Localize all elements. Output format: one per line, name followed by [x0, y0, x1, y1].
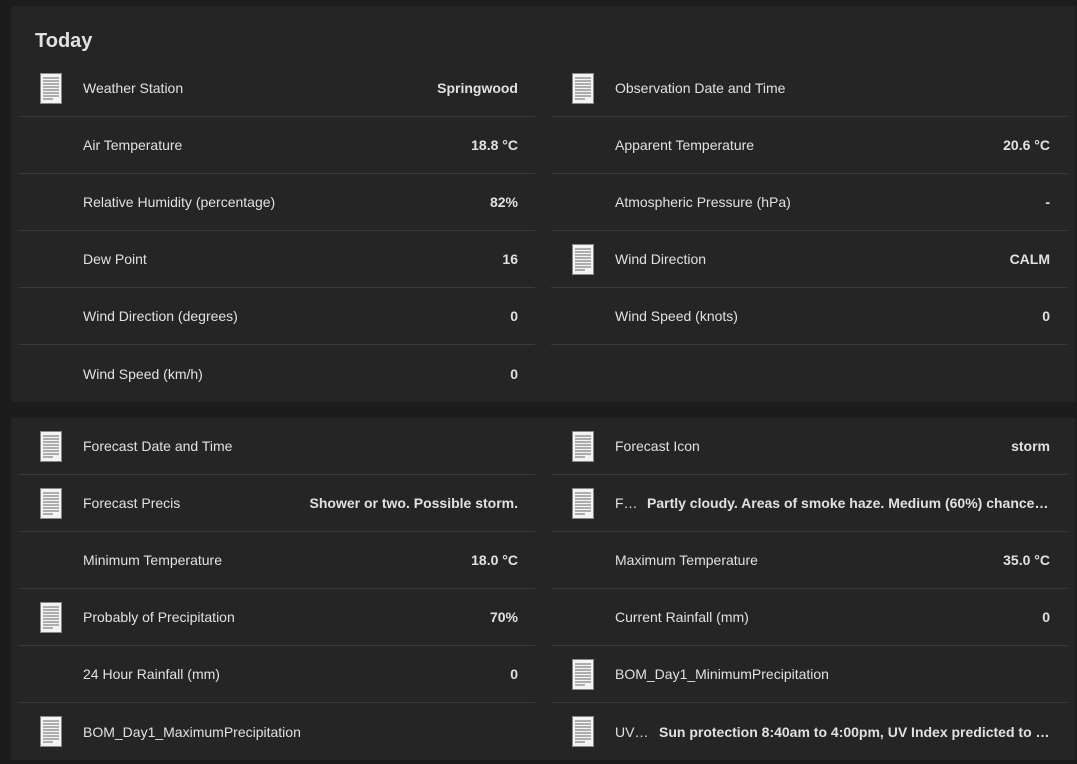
document-icon: [572, 487, 594, 519]
entity-label: Air Temperature: [83, 137, 183, 153]
entity-value: 18.0 °C: [471, 552, 518, 568]
entity-label: Dew Point: [83, 251, 147, 267]
entity-label: Probably of Precipitation: [83, 609, 235, 625]
entity-row-maximum-temperature[interactable]: Maximum Temperature 35.0 °C: [551, 532, 1067, 589]
entity-row-apparent-temperature[interactable]: Apparent Temperature 20.6 °C: [551, 117, 1067, 174]
entity-row-weather-station[interactable]: Weather Station Springwood: [19, 60, 535, 117]
entity-row-probability-precipitation[interactable]: Probably of Precipitation 70%: [19, 589, 535, 646]
entity-value: 20.6 °C: [1003, 137, 1050, 153]
entity-label: Forecast Icon: [615, 438, 700, 454]
entity-row-forecast-date-time[interactable]: Forecast Date and Time: [19, 418, 535, 475]
entity-value: Partly cloudy. Areas of smoke haze. Medi…: [647, 495, 1049, 511]
entity-row-wind-direction-degrees[interactable]: Wind Direction (degrees) 0: [19, 288, 535, 345]
document-icon: [572, 658, 594, 690]
entity-row-minimum-temperature[interactable]: Minimum Temperature 18.0 °C: [19, 532, 535, 589]
entity-row-air-temperature[interactable]: Air Temperature 18.8 °C: [19, 117, 535, 174]
entity-row-min-precipitation[interactable]: BOM_Day1_MinimumPrecipitation: [551, 646, 1067, 703]
entity-label: Minimum Temperature: [83, 552, 223, 568]
entity-label: Maximum Temperature: [615, 552, 758, 568]
entity-value: -: [1045, 194, 1050, 210]
entity-value: 0: [1042, 609, 1050, 625]
document-icon: [40, 601, 62, 633]
today-card: Today Weather Station Springwood Air Tem…: [11, 6, 1075, 402]
entity-value: Sun protection 8:40am to 4:00pm, UV Inde…: [659, 723, 1050, 740]
forecast-card: Forecast Date and Time Forecast Precis S…: [11, 418, 1075, 760]
entity-value: 0: [510, 365, 518, 382]
entity-value: 16: [502, 251, 518, 267]
document-icon: [40, 72, 62, 104]
document-icon: [572, 716, 594, 747]
entity-value: storm: [1011, 438, 1050, 454]
entity-value: 0: [510, 666, 518, 682]
card-title: Today: [35, 30, 93, 52]
entity-value: 70%: [489, 609, 518, 625]
entity-row-relative-humidity[interactable]: Relative Humidity (percentage) 82%: [19, 174, 535, 231]
entity-label: 24 Hour Rainfall (mm): [83, 666, 220, 682]
entity-row-wind-speed-knots[interactable]: Wind Speed (knots) 0: [551, 288, 1067, 345]
entity-value: 0: [510, 308, 518, 324]
entity-row-current-rainfall[interactable]: Current Rainfall (mm) 0: [551, 589, 1067, 646]
entity-value: 82%: [489, 194, 518, 210]
entity-label: Forecast Date and Time: [83, 438, 233, 454]
entity-row-wind-direction[interactable]: Wind Direction CALM: [551, 231, 1067, 288]
entity-label: Wind Speed (knots): [615, 308, 738, 324]
entity-label: Apparent Temperature: [615, 137, 755, 153]
entity-value: 0: [1042, 308, 1050, 324]
entity-row-forecast-icon[interactable]: Forecast Icon storm: [551, 418, 1067, 475]
entity-label: Relative Humidity (percentage): [83, 194, 276, 210]
entity-label: Observation Date and Time: [615, 80, 786, 96]
forecast-right-column: Forecast Icon storm F… Partly cloudy. Ar…: [551, 418, 1067, 760]
entity-value: Shower or two. Possible storm.: [309, 495, 518, 511]
entity-row-forecast-detail[interactable]: F… Partly cloudy. Areas of smoke haze. M…: [551, 475, 1067, 532]
entity-row-observation-date-time[interactable]: Observation Date and Time: [551, 60, 1067, 117]
entity-label: Weather Station: [83, 80, 184, 96]
entity-label: Current Rainfall (mm): [615, 609, 749, 625]
entity-value: Springwood: [437, 80, 518, 96]
entity-row-max-precipitation[interactable]: BOM_Day1_MaximumPrecipitation: [19, 703, 535, 760]
entity-value: CALM: [1009, 251, 1050, 267]
entity-row-24-hour-rainfall[interactable]: 24 Hour Rainfall (mm) 0: [19, 646, 535, 703]
entity-row-wind-speed-kmh[interactable]: Wind Speed (km/h) 0: [19, 345, 535, 402]
forecast-left-column: Forecast Date and Time Forecast Precis S…: [19, 418, 535, 760]
today-right-column: Observation Date and Time Apparent Tempe…: [551, 60, 1067, 345]
entity-label: BOM_Day1_MinimumPrecipitation: [615, 666, 829, 682]
entity-label: Wind Speed (km/h): [83, 365, 203, 382]
entity-label: UV …: [615, 723, 651, 740]
entity-value: 18.8 °C: [471, 137, 518, 153]
document-icon: [572, 72, 594, 104]
document-icon: [572, 243, 594, 275]
entity-row-atmospheric-pressure[interactable]: Atmospheric Pressure (hPa) -: [551, 174, 1067, 231]
document-icon: [40, 430, 62, 462]
document-icon: [40, 716, 62, 747]
document-icon: [40, 487, 62, 519]
entity-label: Wind Direction (degrees): [83, 308, 238, 324]
document-icon: [572, 430, 594, 462]
entity-row-dew-point[interactable]: Dew Point 16: [19, 231, 535, 288]
entity-label: Atmospheric Pressure (hPa): [615, 194, 791, 210]
today-left-column: Weather Station Springwood Air Temperatu…: [19, 60, 535, 402]
entity-label: Wind Direction: [615, 251, 707, 267]
entity-value: 35.0 °C: [1003, 552, 1050, 568]
entity-label: F…: [615, 495, 638, 511]
entity-label: BOM_Day1_MaximumPrecipitation: [83, 723, 301, 740]
entity-row-forecast-precis[interactable]: Forecast Precis Shower or two. Possible …: [19, 475, 535, 532]
entity-row-uv-alert[interactable]: UV … Sun protection 8:40am to 4:00pm, UV…: [551, 703, 1067, 760]
entity-label: Forecast Precis: [83, 495, 181, 511]
